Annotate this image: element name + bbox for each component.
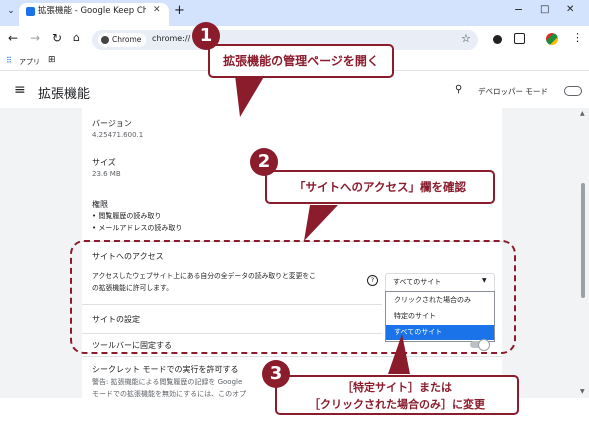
url-text[interactable]: chrome:// xyxy=(152,34,190,43)
scroll-up-arrow[interactable]: ▲ xyxy=(580,110,585,117)
callout-1: 拡張機能の管理ページを開く xyxy=(208,44,394,78)
home-icon[interactable]: ⌂ xyxy=(73,31,80,44)
callout-2-text: 「サイトへのアクセス」欄を確認 xyxy=(294,180,466,194)
extension-shield-icon[interactable] xyxy=(493,35,502,44)
close-window-button[interactable]: ✕ xyxy=(566,4,574,15)
divider xyxy=(82,356,502,357)
bookmark-apps[interactable]: アプリ xyxy=(19,57,40,67)
dev-mode-toggle[interactable] xyxy=(564,86,582,96)
callout-pointer-3 xyxy=(388,334,410,374)
more-menu-icon[interactable]: ⋮ xyxy=(572,31,583,44)
tab-close-icon[interactable]: ✕ xyxy=(153,5,161,15)
incognito-label: シークレット モードでの実行を許可する xyxy=(92,365,239,374)
puzzle-icon xyxy=(26,7,35,16)
tab-groups-icon[interactable]: ⊞ xyxy=(48,55,56,65)
callout-1-text: 拡張機能の管理ページを開く xyxy=(223,54,379,68)
tab-title: 拡張機能 - Google Keep Chrome xyxy=(38,6,146,16)
callout-3: ［特定サイト］または ［クリックされた場合のみ］に変更 xyxy=(275,375,519,415)
url-chip-label: Chrome xyxy=(112,35,142,44)
back-icon[interactable]: ← xyxy=(8,31,18,45)
profile-avatar[interactable] xyxy=(546,33,558,45)
version-label: バージョン xyxy=(92,119,132,128)
site-access-highlight xyxy=(70,240,516,354)
bookmark-star-icon[interactable]: ☆ xyxy=(461,32,471,45)
permission-item: • 閲覧履歴の読み取り xyxy=(92,212,162,220)
chrome-icon xyxy=(101,36,109,44)
apps-grid-icon[interactable]: ⠿ xyxy=(6,56,12,65)
scroll-down-arrow[interactable]: ▼ xyxy=(580,388,585,395)
page-title: 拡張機能 xyxy=(38,87,91,102)
version-value: 4.25471.600.1 xyxy=(92,131,144,139)
maximize-button[interactable]: □ xyxy=(540,4,549,15)
callout-pointer-1 xyxy=(235,75,265,117)
dev-mode-label: デベロッパー モード xyxy=(478,87,548,96)
callout-2: 「サイトへのアクセス」欄を確認 xyxy=(265,170,495,204)
callout-3-line1: ［特定サイト］または xyxy=(342,381,452,394)
size-label: サイズ xyxy=(92,158,116,167)
search-icon[interactable]: ⚲ xyxy=(455,84,462,95)
minimize-button[interactable]: − xyxy=(514,3,523,16)
callout-3-line2: ［クリックされた場合のみ］に変更 xyxy=(309,398,485,411)
tab-search-icon[interactable]: ⌄ xyxy=(5,6,17,18)
forward-icon[interactable]: → xyxy=(30,31,40,45)
incognito-desc: 警告: 拡張機能による閲覧履歴の記録を Google xyxy=(92,378,243,386)
callout-2-badge: 2 xyxy=(250,148,278,176)
extensions-puzzle-icon[interactable] xyxy=(514,33,525,44)
permissions-label: 権限 xyxy=(92,200,108,209)
callout-3-badge: 3 xyxy=(262,360,290,388)
permission-item: • メールアドレスの読み取り xyxy=(92,224,183,232)
new-tab-button[interactable]: + xyxy=(174,3,185,18)
callout-pointer-2 xyxy=(304,205,338,241)
scrollbar-thumb[interactable] xyxy=(581,183,585,298)
callout-1-badge: 1 xyxy=(192,22,220,50)
size-value: 23.6 MB xyxy=(92,170,121,178)
reload-icon[interactable]: ↻ xyxy=(52,31,62,45)
hamburger-menu-icon[interactable]: ≡ xyxy=(14,82,26,98)
